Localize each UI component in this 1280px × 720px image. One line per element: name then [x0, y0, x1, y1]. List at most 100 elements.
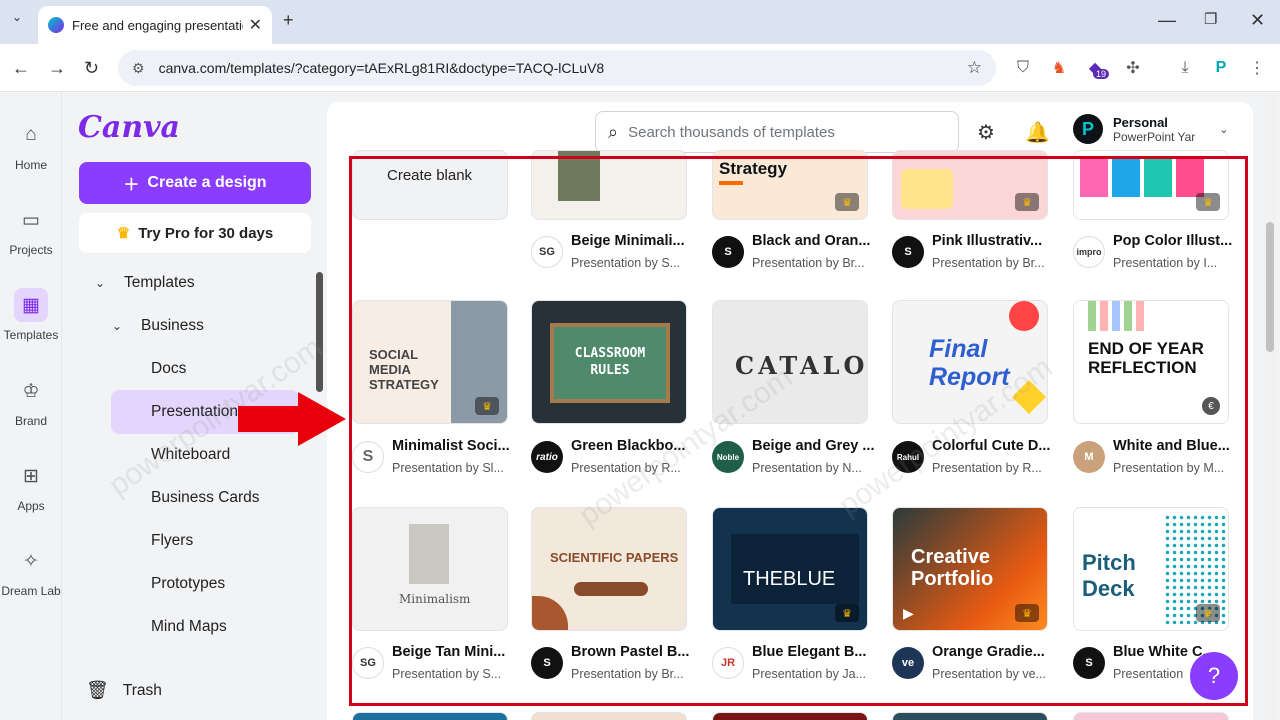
tree-item-label: Presentations [151, 403, 246, 420]
template-meta[interactable]: ve Orange Gradie... Presentation by ve..… [892, 643, 1070, 687]
browser-menu-icon[interactable]: ⋮ [1246, 57, 1268, 79]
extension-badge-icon[interactable]: ◆19 [1084, 57, 1110, 79]
thumb-title: END OF YEAR REFLECTION [1088, 339, 1204, 377]
minimize-icon[interactable]: — [1158, 10, 1176, 31]
template-meta[interactable]: Rahul Colorful Cute D... Presentation by… [892, 437, 1070, 481]
template-thumb[interactable]: Pitch Deck ♛ [1073, 507, 1229, 631]
trash-link[interactable]: 🗑 Trash [86, 680, 162, 701]
tree-business[interactable]: ⌄ Business [107, 317, 204, 335]
back-icon[interactable]: ← [12, 58, 30, 79]
tree-item-business-cards[interactable]: Business Cards [151, 489, 260, 507]
template-thumb[interactable] [892, 712, 1048, 720]
rail-apps[interactable]: ⊞ Apps [0, 459, 62, 514]
template-meta[interactable]: SG Beige Tan Mini... Presentation by S..… [352, 643, 530, 687]
template-name: Orange Gradie... [932, 644, 1045, 660]
template-name: Blue Elegant B... [752, 644, 867, 660]
template-thumb[interactable]: SOCIAL MEDIA STRATEGY ♛ [352, 300, 508, 424]
panel-scrollbar[interactable] [316, 272, 323, 392]
shield-extension-icon[interactable]: ⛉ [1012, 57, 1034, 79]
download-icon[interactable]: ⤓ [1174, 57, 1196, 79]
main-content: ⌕ Search thousands of templates ⚙ 🔔 P Pe… [327, 102, 1253, 720]
site-info-icon[interactable]: ⚙ [132, 60, 145, 77]
pro-crown-icon: ♛ [1196, 193, 1220, 211]
play-icon: ▶ [903, 605, 914, 621]
template-thumb[interactable] [712, 712, 868, 720]
create-design-label: Create a design [147, 174, 267, 191]
help-button[interactable]: ? [1190, 652, 1238, 700]
canva-logo[interactable]: Canva [78, 110, 180, 145]
address-bar[interactable]: ⚙ canva.com/templates/?category=tAExRLg8… [118, 50, 996, 86]
template-author: Presentation by Br... [752, 256, 865, 270]
template-thumb[interactable]: Final Report [892, 300, 1048, 424]
author-avatar: S [531, 647, 563, 679]
new-tab-icon[interactable]: + [283, 10, 294, 31]
scrollbar-thumb[interactable] [1266, 222, 1274, 352]
template-thumb[interactable]: ♛ [892, 150, 1048, 220]
template-meta[interactable]: S Pink Illustrativ... Presentation by Br… [892, 232, 1070, 276]
template-meta[interactable]: SG Beige Minimali... Presentation by S..… [531, 232, 709, 276]
rail-templates-label: Templates [3, 328, 59, 342]
puzzle-extensions-icon[interactable]: ✣ [1122, 57, 1144, 79]
tree-item-flyers[interactable]: Flyers [151, 532, 193, 550]
template-thumb[interactable]: END OF YEAR REFLECTION € [1073, 300, 1229, 424]
reload-icon[interactable]: ↻ [84, 58, 99, 79]
template-thumb[interactable] [531, 150, 687, 220]
template-name: Beige Minimali... [571, 233, 685, 249]
tree-item-whiteboard[interactable]: Whiteboard [151, 446, 230, 464]
browser-tab[interactable]: Free and engaging presentation ✕ [38, 6, 272, 44]
tree-item-mind-maps[interactable]: Mind Maps [151, 618, 227, 636]
rail-home[interactable]: ⌂ Home [0, 118, 62, 172]
template-meta[interactable]: S Black and Oran... Presentation by Br..… [712, 232, 890, 276]
template-thumb[interactable]: CLASSROOM RULES [531, 300, 687, 424]
template-thumb[interactable] [352, 712, 508, 720]
template-author: Presentation by S... [392, 667, 502, 681]
tree-item-prototypes[interactable]: Prototypes [151, 575, 225, 593]
rail-projects[interactable]: ▭ Projects [0, 203, 62, 258]
main-scrollbar[interactable] [1264, 96, 1276, 720]
window-close-icon[interactable]: ✕ [1250, 10, 1265, 31]
template-author: Presentation by N... [752, 461, 862, 475]
tab-list-icon[interactable]: ⌄ [12, 10, 22, 24]
template-thumb[interactable]: ♛ [1073, 150, 1229, 220]
fox-extension-icon[interactable]: ♞ [1048, 57, 1070, 79]
close-tab-icon[interactable]: ✕ [249, 15, 262, 35]
template-meta[interactable]: Noble Beige and Grey ... Presentation by… [712, 437, 890, 481]
template-thumb[interactable]: CATALOG [712, 300, 868, 424]
template-meta[interactable]: S Minimalist Soci... Presentation by Sl.… [352, 437, 530, 481]
rail-dreamlab[interactable]: ✧ Dream Lab [0, 544, 62, 599]
tree-templates[interactable]: ⌄ Templates [90, 274, 195, 292]
pro-crown-icon: ♛ [1015, 604, 1039, 622]
profile-extension-icon[interactable]: P [1210, 57, 1232, 79]
template-thumb[interactable]: THEBLUE ♛ [712, 507, 868, 631]
try-pro-button[interactable]: ♛ Try Pro for 30 days [79, 213, 311, 253]
template-thumb[interactable]: Minimalism [352, 507, 508, 631]
restore-icon[interactable]: ❐ [1204, 10, 1217, 28]
laptop-illustration [901, 169, 953, 209]
tree-item-docs[interactable]: Docs [151, 360, 186, 378]
rail-templates[interactable]: ▦ Templates [0, 288, 62, 342]
plant-photo [409, 524, 449, 584]
template-thumb[interactable]: Strategy ♛ [712, 150, 868, 220]
rail-brand[interactable]: ♔ Brand [0, 374, 62, 429]
template-author: Presentation by Ja... [752, 667, 866, 681]
template-meta[interactable]: M White and Blue... Presentation by M... [1073, 437, 1251, 481]
chevron-down-icon: ⌄ [94, 276, 106, 290]
template-thumb[interactable] [531, 712, 687, 720]
template-meta[interactable]: S Brown Pastel B... Presentation by Br..… [531, 643, 709, 687]
rail-home-label: Home [14, 158, 47, 172]
template-meta[interactable]: impro Pop Color Illust... Presentation b… [1073, 232, 1251, 276]
template-meta[interactable]: ratio Green Blackbo... Presentation by R… [531, 437, 709, 481]
template-thumb[interactable] [1073, 712, 1229, 720]
create-blank-card[interactable]: Create blank [352, 150, 508, 220]
thumb-title: Creative Portfolio [911, 546, 994, 590]
author-avatar: SG [531, 236, 563, 268]
tree-templates-label: Templates [124, 274, 195, 291]
create-design-button[interactable]: ＋ Create a design [79, 162, 311, 204]
template-meta[interactable]: JR Blue Elegant B... Presentation by Ja.… [712, 643, 890, 687]
template-thumb[interactable]: Creative Portfolio ▶ ♛ [892, 507, 1048, 631]
forward-icon[interactable]: → [48, 58, 66, 79]
template-thumb[interactable]: SCIENTIFIC PAPERS [531, 507, 687, 631]
tree-item-presentations[interactable]: Presentations [151, 403, 246, 421]
bookmark-star-icon[interactable]: ☆ [967, 58, 982, 78]
template-name: Pop Color Illust... [1113, 233, 1233, 249]
